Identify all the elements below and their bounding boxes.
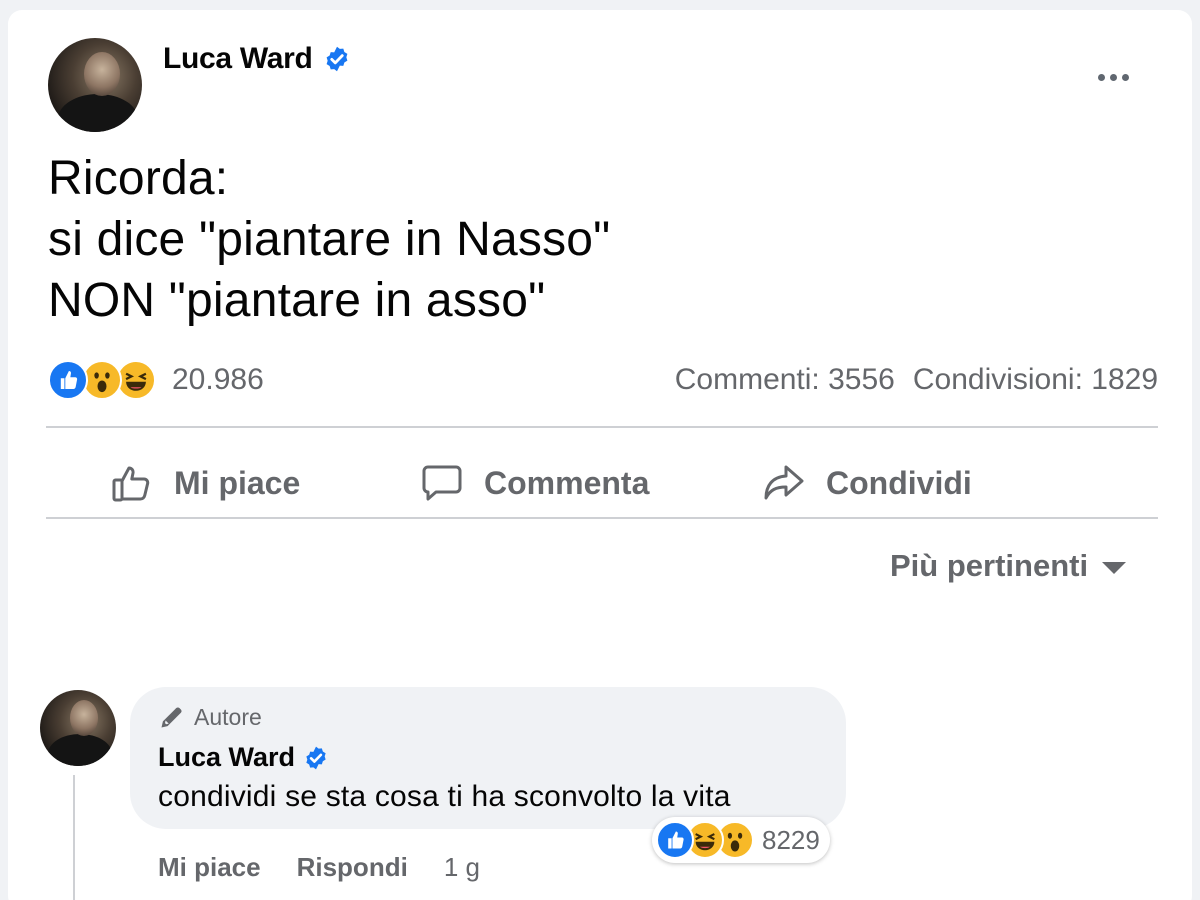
haha-reaction-icon xyxy=(116,360,156,400)
wow-reaction-icon xyxy=(82,360,122,400)
author-avatar[interactable] xyxy=(48,38,142,132)
comment-like-link[interactable]: Mi piace xyxy=(158,852,261,883)
post-stats: Commenti: 3556 Condivisioni: 1829 xyxy=(675,363,1158,397)
like-reaction-icon xyxy=(48,360,88,400)
comment-reaction-count: 8229 xyxy=(762,824,820,855)
post-author[interactable]: Luca Ward xyxy=(163,42,351,76)
post-actions: Mi piace Commenta Condividi xyxy=(46,440,1158,526)
caret-down-icon xyxy=(1102,562,1127,574)
reaction-count[interactable]: 20.986 xyxy=(172,363,264,397)
pencil-icon xyxy=(161,707,182,728)
like-reaction-icon xyxy=(656,821,694,859)
comment-timestamp[interactable]: 1 g xyxy=(444,852,480,883)
share-button[interactable]: Condividi xyxy=(760,440,972,526)
author-name[interactable]: Luca Ward xyxy=(163,42,313,76)
divider xyxy=(46,426,1158,428)
comment-author-name[interactable]: Luca Ward xyxy=(158,742,295,773)
comment-reactions[interactable]: 8229 xyxy=(652,817,830,863)
author-badge: Autore xyxy=(158,703,262,731)
thread-line xyxy=(73,775,75,900)
sort-dropdown[interactable]: Più pertinenti xyxy=(890,548,1127,584)
comment-meta: Mi piace Rispondi 1 g xyxy=(158,852,480,883)
sort-label: Più pertinenti xyxy=(890,548,1089,583)
comment-label: Commenta xyxy=(484,464,650,501)
thumbs-up-icon xyxy=(112,466,150,502)
comment-avatar[interactable] xyxy=(40,690,116,766)
comment-reply-link[interactable]: Rispondi xyxy=(297,852,408,883)
comment-bubble: Autore Luca Ward condividi se sta cosa t… xyxy=(130,687,846,829)
comment-count[interactable]: Commenti: 3556 xyxy=(675,363,895,397)
post-text: Ricorda: si dice "piantare in Nasso" NON… xyxy=(48,152,611,327)
verified-badge-icon xyxy=(326,46,347,72)
divider xyxy=(46,517,1158,519)
author-badge-label: Autore xyxy=(194,703,262,730)
comment-author[interactable]: Luca Ward xyxy=(158,742,329,773)
comment-button[interactable]: Commenta xyxy=(418,440,649,526)
speech-bubble-icon xyxy=(422,465,462,501)
comment-text: condividi se sta cosa ti ha sconvolto la… xyxy=(158,780,731,813)
like-label: Mi piace xyxy=(174,464,301,501)
reactions-summary[interactable]: 20.986 Commenti: 3556 Condivisioni: 1829 xyxy=(48,360,1158,400)
verified-badge-icon xyxy=(306,746,326,769)
share-count[interactable]: Condivisioni: 1829 xyxy=(913,363,1158,397)
share-label: Condividi xyxy=(826,464,972,501)
share-arrow-icon xyxy=(764,465,804,500)
more-options-icon[interactable] xyxy=(1088,62,1138,92)
like-button[interactable]: Mi piace xyxy=(108,440,300,526)
